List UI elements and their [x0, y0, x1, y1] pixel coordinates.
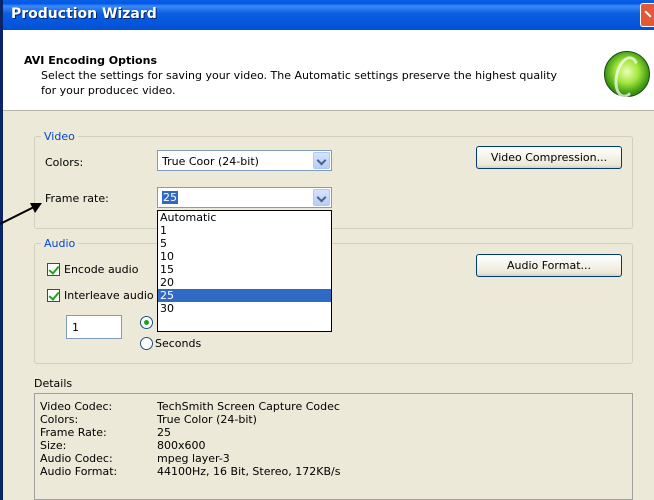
- encode-audio-label[interactable]: Encode audio: [64, 263, 138, 276]
- page-description: Select the settings for saving your vide…: [41, 69, 558, 97]
- close-icon[interactable]: [640, 3, 654, 27]
- frame-rate-option[interactable]: 15: [158, 263, 331, 276]
- colors-select[interactable]: True Coor (24-bit): [157, 150, 332, 171]
- details-key: Video Codec:: [40, 400, 113, 413]
- details-row: Audio Format: 44100Hz, 16 Bit, Stereo, 17…: [40, 465, 630, 478]
- details-row: Frame Rate: 25: [40, 426, 630, 439]
- colors-label: Colors:: [45, 156, 84, 169]
- interleave-value-input[interactable]: 1: [66, 315, 122, 339]
- frame-rate-select[interactable]: 25: [157, 187, 332, 208]
- interleave-frames-radio[interactable]: [140, 316, 153, 329]
- details-value: TechSmith Screen Capture Codec: [157, 400, 340, 413]
- details-key: Audio Codec:: [40, 452, 113, 465]
- details-value: 25: [157, 426, 171, 439]
- frame-rate-option[interactable]: 30: [158, 302, 331, 315]
- frame-rate-option[interactable]: 1: [158, 224, 331, 237]
- audio-format-button[interactable]: Audio Format...: [476, 254, 622, 277]
- chevron-down-icon[interactable]: [313, 189, 330, 206]
- details-key: Colors:: [40, 413, 79, 426]
- details-label: Details: [34, 377, 73, 390]
- chevron-down-icon[interactable]: [313, 152, 330, 169]
- frame-rate-option[interactable]: 25: [158, 289, 331, 302]
- camtasia-logo-icon: [604, 51, 650, 97]
- frame-rate-select-value: 25: [162, 191, 178, 204]
- details-panel: Video Codec: TechSmith Screen Capture Cod…: [34, 393, 633, 500]
- details-key: Frame Rate:: [40, 426, 107, 439]
- frame-rate-option[interactable]: 10: [158, 250, 331, 263]
- title-bar[interactable]: Production Wizard: [3, 0, 654, 30]
- details-value: 44100Hz, 16 Bit, Stereo, 172KB/s: [157, 465, 341, 478]
- audio-group-label: Audio: [41, 237, 79, 250]
- video-compression-button[interactable]: Video Compression...: [476, 146, 622, 169]
- window-title: Production Wizard: [11, 6, 157, 22]
- interleave-audio-label[interactable]: Interleave audio: [64, 289, 157, 302]
- frame-rate-option[interactable]: 5: [158, 237, 331, 250]
- details-key: Audio Format:: [40, 465, 118, 478]
- page-title: AVI Encoding Options: [24, 54, 157, 67]
- details-row: Video Codec: TechSmith Screen Capture Cod…: [40, 400, 630, 413]
- frame-rate-option[interactable]: Automatic: [158, 211, 331, 224]
- details-row: Size: 800x600: [40, 439, 630, 452]
- interleave-seconds-radio[interactable]: [140, 337, 153, 350]
- details-value: mpeg layer-3: [157, 452, 230, 465]
- details-value: True Color (24-bit): [157, 413, 257, 426]
- details-value: 800x600: [157, 439, 206, 452]
- frame-rate-label: Frame rate:: [45, 192, 109, 205]
- details-key: Size:: [40, 439, 67, 452]
- frame-rate-dropdown-list[interactable]: Automatic 1 5 10 15 20 25 30: [157, 210, 332, 332]
- seconds-label[interactable]: Seconds: [155, 337, 201, 350]
- details-row: Colors: True Color (24-bit): [40, 413, 630, 426]
- video-group-label: Video: [41, 130, 78, 143]
- interleave-audio-checkbox[interactable]: [47, 289, 60, 302]
- encode-audio-checkbox[interactable]: [47, 263, 60, 276]
- details-row: Audio Codec: mpeg layer-3: [40, 452, 630, 465]
- frame-rate-option[interactable]: 20: [158, 276, 331, 289]
- colors-select-value: True Coor (24-bit): [162, 155, 259, 168]
